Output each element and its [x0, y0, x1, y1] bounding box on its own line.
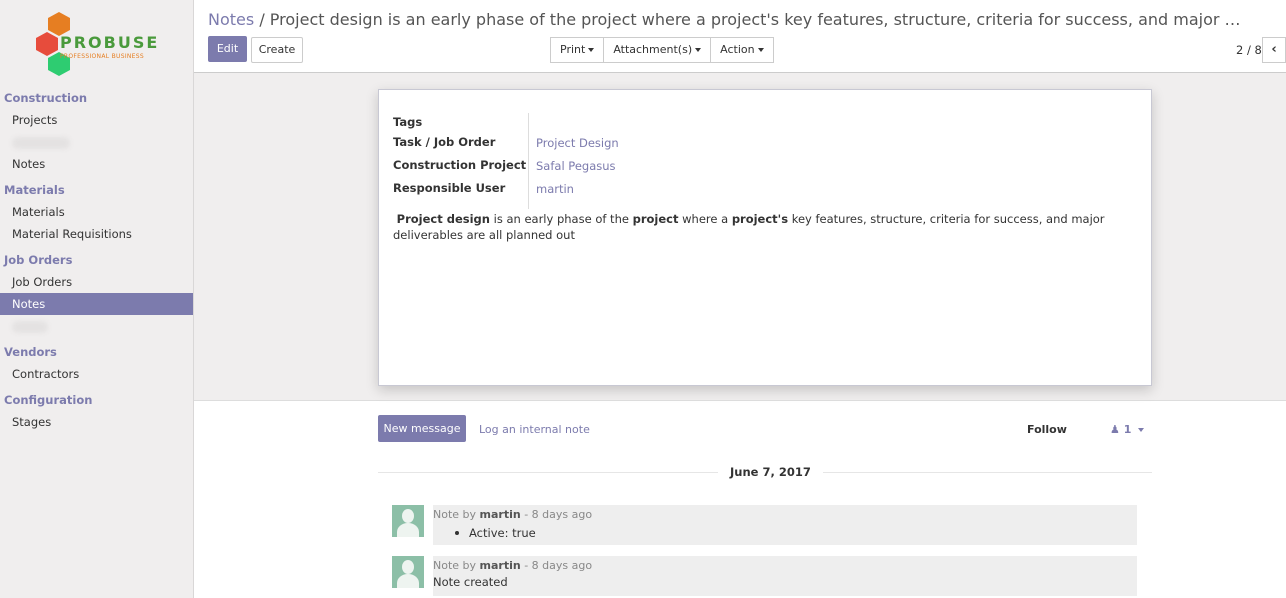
chevron-left-icon: ‹ — [1271, 42, 1277, 57]
sidebar-item-stages[interactable]: Stages — [0, 411, 193, 433]
avatar[interactable] — [392, 505, 424, 537]
memo-text: where a — [678, 212, 732, 226]
field-label: Responsible User — [393, 181, 506, 195]
breadcrumb: Notes / Project design is an early phase… — [208, 10, 1248, 29]
logo-hex-red — [36, 32, 58, 56]
blurred-label — [12, 136, 70, 149]
new-message-button[interactable]: New message — [378, 415, 466, 442]
field-label: Construction Project — [393, 158, 527, 172]
caret-down-icon — [1138, 428, 1145, 432]
blurred-label — [12, 320, 48, 333]
section-configuration: Configuration — [4, 393, 93, 407]
log-internal-note-link[interactable]: Log an internal note — [479, 423, 590, 436]
sidebar-item-blurred-2[interactable] — [0, 315, 193, 337]
attachments-label: Attachment(s) — [613, 43, 693, 56]
followers-count: 1 — [1123, 423, 1132, 436]
section-vendors: Vendors — [4, 345, 57, 359]
chatter-message: Note by martin - 8 days ago Note created — [392, 556, 1137, 596]
sidebar-item-projects[interactable]: Projects — [0, 109, 193, 131]
note-memo[interactable]: Project design is an early phase of the … — [393, 211, 1133, 243]
memo-bold: Project design — [396, 212, 490, 226]
field-label: Task / Job Order — [393, 135, 496, 149]
caret-down-icon — [588, 48, 595, 52]
sidebar: PROBUSE PROFESSIONAL BUSINESS Constructi… — [0, 0, 194, 598]
memo-bold: project's — [731, 212, 789, 226]
message-header: Note by martin - 8 days ago — [433, 559, 1137, 572]
pager-previous-button[interactable]: ‹ — [1262, 37, 1286, 63]
sidebar-item-contractors[interactable]: Contractors — [0, 363, 193, 385]
sidebar-item-materials[interactable]: Materials — [0, 201, 193, 223]
field-divider — [528, 113, 529, 209]
construction-project-link[interactable]: Safal Pegasus — [536, 159, 616, 173]
follow-button[interactable]: Follow — [1027, 423, 1067, 436]
avatar[interactable] — [392, 556, 424, 588]
sidebar-item-job-order-notes[interactable]: Notes — [0, 293, 193, 315]
message-prefix: Note by — [433, 559, 477, 572]
create-button[interactable]: Create — [251, 37, 303, 63]
caret-down-icon — [757, 48, 764, 52]
message-body: Note by martin - 8 days ago Note created — [433, 556, 1137, 596]
sidebar-actions: Print Attachment(s) Action — [550, 37, 774, 63]
sidebar-item-job-orders[interactable]: Job Orders — [0, 271, 193, 293]
message-text: Active: true — [433, 526, 1137, 540]
memo-bold: project — [632, 212, 679, 226]
message-prefix: Note by — [433, 508, 477, 521]
message-body: Note by martin - 8 days ago Active: true — [433, 505, 1137, 545]
caret-down-icon — [695, 48, 702, 52]
breadcrumb-parent-link[interactable]: Notes — [208, 10, 254, 29]
followers-dropdown[interactable]: ♟ 1 — [1110, 423, 1145, 436]
probuse-logo[interactable]: PROBUSE PROFESSIONAL BUSINESS — [34, 10, 164, 78]
breadcrumb-separator: / — [259, 10, 265, 29]
user-icon: ♟ — [1110, 423, 1120, 436]
sidebar-item-material-requisitions[interactable]: Material Requisitions — [0, 223, 193, 245]
bullet-icon — [455, 530, 459, 535]
field-label: Tags — [393, 115, 423, 129]
logo-wordmark: PROBUSE — [60, 33, 160, 52]
action-label: Action — [720, 43, 755, 56]
message-author[interactable]: martin — [480, 508, 521, 521]
breadcrumb-current: Project design is an early phase of the … — [269, 10, 1248, 29]
memo-text: is an early phase of the — [489, 212, 633, 226]
responsible-user-link[interactable]: martin — [536, 182, 574, 196]
print-dropdown[interactable]: Print — [550, 37, 605, 63]
task-job-order-link[interactable]: Project Design — [536, 136, 619, 150]
pager-value[interactable]: 2 / 8 — [1236, 43, 1262, 57]
message-time: - 8 days ago — [524, 508, 593, 521]
sidebar-menu: Construction Projects Notes Materials Ma… — [0, 88, 193, 433]
form-sheet: Tags Task / Job Order Project Design Con… — [378, 89, 1152, 386]
message-author[interactable]: martin — [480, 559, 521, 572]
date-separator: June 7, 2017 — [718, 465, 823, 479]
edit-button[interactable]: Edit — [208, 36, 247, 62]
message-time: - 8 days ago — [524, 559, 593, 572]
chatter-message: Note by martin - 8 days ago Active: true — [392, 505, 1137, 545]
action-dropdown[interactable]: Action — [710, 37, 774, 63]
section-job-orders: Job Orders — [4, 253, 73, 267]
section-construction: Construction — [4, 91, 88, 105]
tracking-value: Active: true — [469, 526, 536, 540]
logo-tagline: PROFESSIONAL BUSINESS — [60, 53, 144, 60]
sidebar-item-blurred-1[interactable] — [0, 131, 193, 153]
print-label: Print — [560, 43, 586, 56]
message-header: Note by martin - 8 days ago — [433, 508, 1137, 521]
sidebar-item-construction-notes[interactable]: Notes — [0, 153, 193, 175]
control-panel: Notes / Project design is an early phase… — [194, 0, 1286, 73]
section-materials: Materials — [4, 183, 65, 197]
message-text: Note created — [433, 575, 508, 589]
attachments-dropdown[interactable]: Attachment(s) — [603, 37, 712, 63]
